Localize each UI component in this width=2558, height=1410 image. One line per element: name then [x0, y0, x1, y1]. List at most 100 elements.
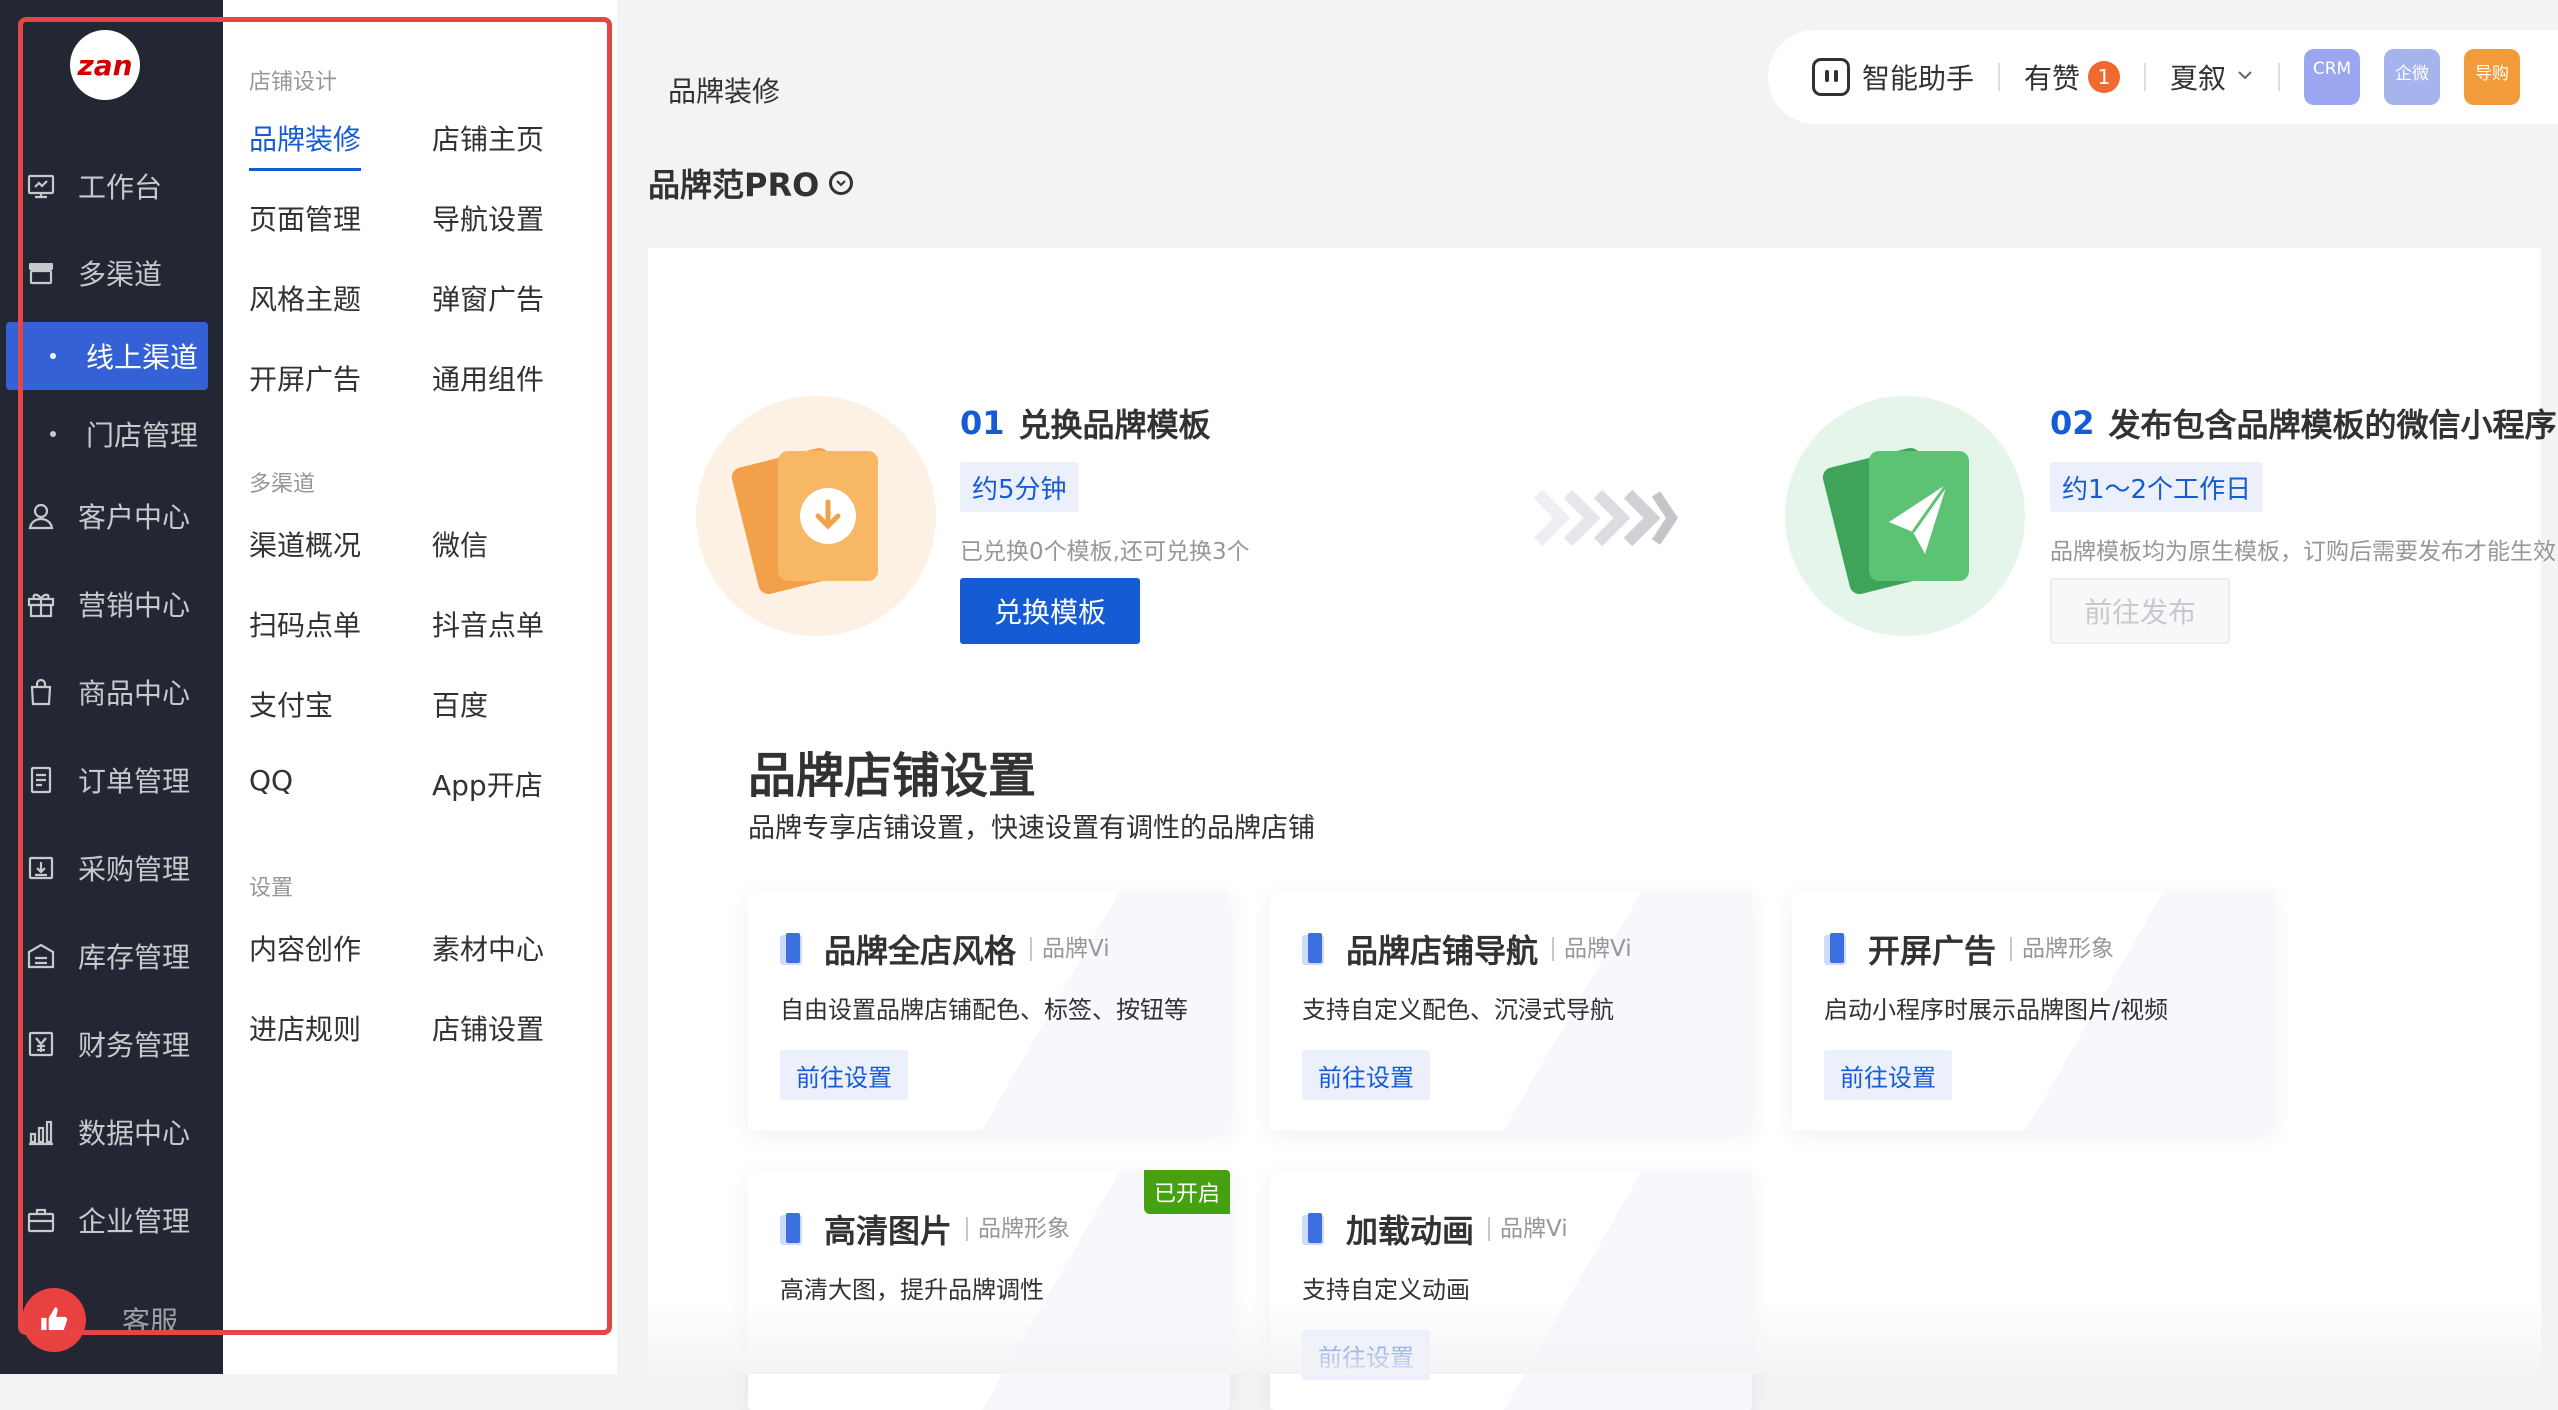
menu-link-qq[interactable]: QQ	[249, 764, 293, 797]
workbench-icon	[24, 169, 58, 203]
wecom-app-icon[interactable]: 企微	[2384, 49, 2441, 105]
menu-link-store-settings[interactable]: 店铺设置	[432, 1008, 544, 1048]
bullet-icon	[50, 353, 56, 359]
bag-icon	[24, 675, 58, 709]
likes-label[interactable]: 有赞	[2024, 57, 2080, 97]
card-description: 启动小程序时展示品牌图片/视频	[1824, 996, 2169, 1024]
book-icon	[780, 933, 808, 965]
setting-card-loading-animation: 加载动画 品牌Vi 支持自定义动画 前往设置	[1270, 1170, 1752, 1410]
card-description: 高清大图，提升品牌调性	[780, 1276, 1044, 1304]
store-icon	[24, 256, 58, 290]
menu-link-douyin-order[interactable]: 抖音点单	[432, 604, 544, 644]
crm-app-icon[interactable]: CRM	[2304, 49, 2361, 105]
thumbs-up-icon	[22, 1288, 86, 1352]
chevron-arrows-icon	[1533, 489, 1679, 547]
sidebar-item-products[interactable]: 商品中心	[0, 662, 223, 722]
gift-icon	[24, 587, 58, 621]
menu-link-scan-order[interactable]: 扫码点单	[249, 604, 361, 644]
go-settings-button[interactable]: 前往设置	[1824, 1050, 1952, 1100]
chart-icon	[24, 1115, 58, 1149]
menu-link-brand-decoration[interactable]: 品牌装修	[249, 118, 362, 171]
menu-link-splash-ads[interactable]: 开屏广告	[249, 358, 361, 398]
step-2-illustration	[1785, 396, 2025, 636]
divider	[2278, 63, 2281, 91]
divider	[2144, 63, 2147, 91]
menu-link-app-store[interactable]: App开店	[432, 764, 543, 804]
assistant-icon[interactable]	[1812, 58, 1850, 96]
sidebar-subitem-store-management[interactable]: 门店管理	[0, 400, 223, 468]
go-settings-button[interactable]: 前往设置	[1302, 1330, 1430, 1380]
chevron-down-icon[interactable]	[2236, 66, 2254, 88]
setting-card-hd-images: 高清图片 品牌形象 高清大图，提升品牌调性 已开启	[748, 1170, 1230, 1410]
step-2-description: 品牌模板均为原生模板，订购后需要发布才能生效	[2050, 539, 2556, 565]
menu-link-content-creation[interactable]: 内容创作	[249, 928, 361, 968]
step-2-title: 02 发布包含品牌模板的微信小程序	[2050, 404, 2557, 444]
secondary-menu: 店铺设计 品牌装修 店铺主页 页面管理 导航设置 风格主题 弹窗广告 开屏广告 …	[223, 0, 617, 1374]
menu-link-alipay[interactable]: 支付宝	[249, 684, 333, 724]
briefcase-icon	[24, 1203, 58, 1237]
redeem-template-button[interactable]: 兑换模板	[960, 578, 1140, 644]
menu-link-material-center[interactable]: 素材中心	[432, 928, 544, 968]
download-card-icon	[731, 447, 878, 595]
step-2-duration-tag: 约1～2个工作日	[2050, 462, 2264, 512]
sidebar-item-multichannel[interactable]: 多渠道	[0, 243, 223, 303]
guide-app-icon[interactable]: 导购	[2464, 49, 2521, 105]
sidebar-item-purchase[interactable]: 采购管理	[0, 838, 223, 898]
book-icon	[780, 1213, 808, 1245]
menu-group-title: 多渠道	[249, 472, 316, 497]
sidebar-item-finance[interactable]: 财务管理	[0, 1014, 223, 1074]
order-icon	[24, 763, 58, 797]
go-settings-button[interactable]: 前往设置	[780, 1050, 908, 1100]
step-1-illustration	[696, 396, 936, 636]
enabled-badge: 已开启	[1143, 1170, 1230, 1214]
book-icon	[1824, 933, 1852, 965]
setting-card-splash-ad: 开屏广告 品牌形象 启动小程序时展示品牌图片/视频 前往设置	[1792, 890, 2274, 1130]
brand-selector[interactable]: 品牌范PRO	[648, 160, 854, 206]
menu-link-baidu[interactable]: 百度	[432, 684, 488, 724]
top-toolbar: 智能助手 有赞 1 夏叙 CRM 企微 导购	[1768, 30, 2558, 124]
book-icon	[1302, 1213, 1330, 1245]
menu-link-page-management[interactable]: 页面管理	[249, 198, 361, 238]
warehouse-icon	[24, 939, 58, 973]
sidebar-item-data[interactable]: 数据中心	[0, 1102, 223, 1162]
sidebar-subitem-online-channel[interactable]: 线上渠道	[6, 322, 208, 390]
menu-link-popup-ads[interactable]: 弹窗广告	[432, 278, 544, 318]
menu-link-store-home[interactable]: 店铺主页	[432, 118, 544, 158]
sidebar-item-marketing[interactable]: 营销中心	[0, 574, 223, 634]
menu-link-common-components[interactable]: 通用组件	[432, 358, 544, 398]
notification-badge: 1	[2088, 61, 2121, 93]
main-sidebar: zan 工作台 多渠道 线上渠道 门店管理 客户中心 营销中心 商品中心 订单管…	[0, 0, 223, 1374]
menu-group-title: 设置	[249, 876, 294, 901]
sidebar-item-enterprise[interactable]: 企业管理	[0, 1190, 223, 1250]
section-subtitle: 品牌专享店铺设置，快速设置有调性的品牌店铺	[748, 813, 1315, 844]
card-description: 自由设置品牌店铺配色、标签、按钮等	[780, 996, 1188, 1024]
setting-card-store-nav: 品牌店铺导航 品牌Vi 支持自定义配色、沉浸式导航 前往设置	[1270, 890, 1752, 1130]
card-description: 支持自定义配色、沉浸式导航	[1302, 996, 1614, 1024]
menu-group-title: 店铺设计	[249, 70, 338, 95]
menu-link-style-theme[interactable]: 风格主题	[249, 278, 361, 318]
bullet-icon	[50, 431, 56, 437]
sidebar-item-orders[interactable]: 订单管理	[0, 750, 223, 810]
sidebar-item-workbench[interactable]: 工作台	[0, 156, 223, 216]
logo[interactable]: zan	[70, 30, 140, 100]
menu-link-wechat[interactable]: 微信	[432, 524, 488, 564]
book-icon	[1302, 933, 1330, 965]
menu-link-nav-settings[interactable]: 导航设置	[432, 198, 544, 238]
chevron-down-icon	[829, 171, 854, 195]
publish-button[interactable]: 前往发布	[2050, 578, 2230, 644]
go-settings-button[interactable]: 前往设置	[1302, 1050, 1430, 1100]
sidebar-item-inventory[interactable]: 库存管理	[0, 926, 223, 986]
divider	[1998, 63, 2001, 91]
breadcrumb: 品牌装修	[668, 75, 781, 108]
sidebar-item-customer[interactable]: 客户中心	[0, 486, 223, 546]
card-description: 支持自定义动画	[1302, 1276, 1470, 1304]
paper-plane-card-icon	[1822, 447, 1969, 595]
purchase-icon	[24, 851, 58, 885]
menu-link-entry-rules[interactable]: 进店规则	[249, 1008, 361, 1048]
assistant-label[interactable]: 智能助手	[1862, 57, 1974, 97]
user-name[interactable]: 夏叙	[2170, 57, 2226, 97]
step-1-description: 已兑换0个模板,还可兑换3个	[960, 539, 1250, 565]
menu-link-channel-overview[interactable]: 渠道概况	[249, 524, 361, 564]
step-1-duration-tag: 约5分钟	[960, 462, 1079, 512]
customer-service[interactable]: 客服	[22, 1288, 178, 1352]
